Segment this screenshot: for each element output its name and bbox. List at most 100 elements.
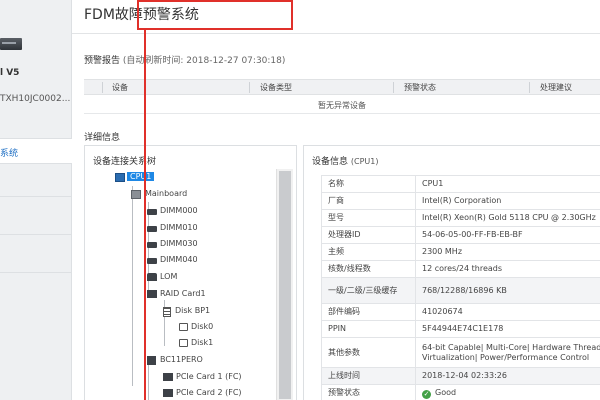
tree-scrollbar[interactable]	[276, 169, 293, 400]
memory-icon	[147, 209, 157, 215]
device-info-title: 设备信息 (CPU1)	[312, 154, 379, 167]
tree-node-label: RAID Card1	[160, 289, 206, 298]
server-model: l V5	[0, 68, 20, 78]
table-row: 名称 CPU1	[321, 175, 600, 193]
tree-node-pcie-card-1[interactable]: PCIe Card 1 (FC)	[163, 372, 273, 385]
device-info-panel: 设备信息 (CPU1) 名称 CPU1 厂商 Intel(R) Corporatio…	[303, 145, 600, 400]
device-tree-title: 设备连接关系树	[93, 157, 157, 167]
tree-node-label: BC11PERO	[160, 355, 203, 364]
tree-node-pcie-card-2[interactable]: PCIe Card 2 (FC)	[163, 388, 273, 400]
tree-node-bc11pero[interactable]: BC11PERO	[147, 355, 247, 368]
info-key: 部件编码	[321, 303, 416, 321]
tree-node-label: DIMM000	[160, 206, 198, 215]
info-key: 主频	[321, 243, 416, 261]
server-serial: TXH10JC0002...	[0, 94, 71, 104]
tree-node-cpu1[interactable]: CPU1	[115, 172, 195, 185]
table-row: 处理器ID 54-06-05-00-FF-FB-EB-BF	[321, 226, 600, 244]
sidebar-divider	[0, 272, 72, 273]
info-value: 2300 MHz	[415, 243, 600, 261]
highlight-line	[144, 30, 146, 400]
tree-node-label: LOM	[160, 272, 178, 281]
column-header-device-type[interactable]: 设备类型	[260, 82, 292, 93]
table-row: 厂商 Intel(R) Corporation	[321, 192, 600, 210]
info-key: 预警状态	[321, 384, 416, 400]
tree-node-label: DIMM040	[160, 255, 198, 264]
sidebar: l V5 TXH10JC0002... 系统	[0, 0, 72, 400]
table-row: 预警状态 ✓ Good	[321, 384, 600, 400]
tree-node-disk0[interactable]: Disk0	[179, 322, 259, 335]
tree-connector	[132, 186, 133, 386]
column-header-device[interactable]: 设备	[112, 82, 128, 93]
riser-icon	[147, 356, 156, 365]
empty-state-text: 暂无异常设备	[84, 96, 600, 114]
tree-node-dimm010[interactable]: DIMM010	[147, 223, 237, 236]
tree-node-dimm040[interactable]: DIMM040	[147, 255, 237, 268]
tree-node-label: Mainboard	[145, 189, 188, 198]
network-icon	[147, 273, 157, 281]
refresh-time: (自动刷新时间: 2018-12-27 07:30:18)	[122, 56, 286, 66]
column-separator	[393, 82, 394, 93]
info-value: CPU1	[415, 175, 600, 193]
device-tree-panel: 设备连接关系树 CPU1 Mainboard DIMM000 DIMM010 D…	[84, 145, 297, 400]
sidebar-item-fdm[interactable]: 系统	[0, 138, 72, 164]
tree-node-disk-bp1[interactable]: Disk BP1	[163, 306, 253, 319]
table-row: 主频 2300 MHz	[321, 243, 600, 261]
info-key: 型号	[321, 209, 416, 227]
info-value: 41020674	[415, 303, 600, 321]
tree-node-label: DIMM030	[160, 239, 198, 248]
raid-card-icon	[147, 290, 157, 298]
tree-node-dimm000[interactable]: DIMM000	[147, 206, 237, 219]
tree-node-lom[interactable]: LOM	[147, 272, 237, 285]
info-key: 上线时间	[321, 367, 416, 385]
info-value: 12 cores/24 threads	[415, 260, 600, 278]
tree-node-label: DIMM010	[160, 223, 198, 232]
info-key: 厂商	[321, 192, 416, 210]
info-key: PPIN	[321, 320, 416, 338]
info-key: 名称	[321, 175, 416, 193]
tree-node-label: PCIe Card 2 (FC)	[176, 388, 242, 397]
info-value: ✓ Good	[415, 384, 600, 400]
info-value: 64-bit Capable| Multi-Core| Hardware Thr…	[415, 337, 600, 368]
cpu-icon	[115, 173, 125, 182]
column-separator	[249, 82, 250, 93]
info-value: 5F44944E74C1E178	[415, 320, 600, 338]
disk-icon	[179, 339, 188, 347]
tree-node-raid-card1[interactable]: RAID Card1	[147, 289, 247, 302]
tree-node-dimm030[interactable]: DIMM030	[147, 239, 237, 252]
info-value: Intel(R) Corporation	[415, 192, 600, 210]
table-row: 上线时间 2018-12-04 02:33:26	[321, 367, 600, 385]
main-content: FDM故障预警系统 预警报告 (自动刷新时间: 2018-12-27 07:30…	[72, 0, 600, 400]
table-row: 部件编码 41020674	[321, 303, 600, 321]
info-key: 核数/线程数	[321, 260, 416, 278]
info-value-line: Virtualization| Power/Performance Contro…	[422, 352, 590, 362]
info-value: Intel(R) Xeon(R) Gold 5118 CPU @ 2.30GHz	[415, 209, 600, 227]
fdm-page: l V5 TXH10JC0002... 系统 FDM故障预警系统 预警报告 (自…	[0, 0, 600, 400]
column-separator	[529, 82, 530, 93]
column-header-suggestion[interactable]: 处理建议	[540, 82, 572, 93]
column-header-alarm-status[interactable]: 预警状态	[404, 82, 436, 93]
pcie-card-icon	[163, 389, 173, 397]
check-circle-icon: ✓	[422, 389, 431, 399]
tree-node-label: Disk1	[191, 338, 214, 347]
tree-node-mainboard[interactable]: Mainboard	[131, 189, 231, 202]
scrollbar-thumb[interactable]	[279, 171, 291, 399]
info-value-line: 64-bit Capable| Multi-Core| Hardware Thr…	[422, 342, 600, 352]
tree-node-label: Disk BP1	[175, 306, 211, 315]
tree-node-label: PCIe Card 1 (FC)	[176, 372, 242, 381]
alarm-report-title: 预警报告	[84, 56, 121, 66]
table-row: PPIN 5F44944E74C1E178	[321, 320, 600, 338]
info-value: 768/12288/16896 KB	[415, 277, 600, 304]
table-row: 核数/线程数 12 cores/24 threads	[321, 260, 600, 278]
status-text: Good	[435, 387, 457, 397]
backplane-icon	[163, 307, 171, 317]
tree-node-label: Disk0	[191, 322, 214, 331]
tree-node-disk1[interactable]: Disk1	[179, 338, 259, 351]
alarm-table-header: 设备 设备类型 预警状态 处理建议	[84, 79, 600, 95]
device-info-title-text: 设备信息	[312, 157, 349, 167]
sidebar-item-label: 系统	[0, 149, 19, 159]
info-key: 其他参数	[321, 337, 416, 368]
alarm-report-label: 预警报告 (自动刷新时间: 2018-12-27 07:30:18)	[84, 53, 285, 66]
sidebar-divider	[0, 234, 72, 235]
column-separator	[102, 82, 103, 93]
info-value: 2018-12-04 02:33:26	[415, 367, 600, 385]
